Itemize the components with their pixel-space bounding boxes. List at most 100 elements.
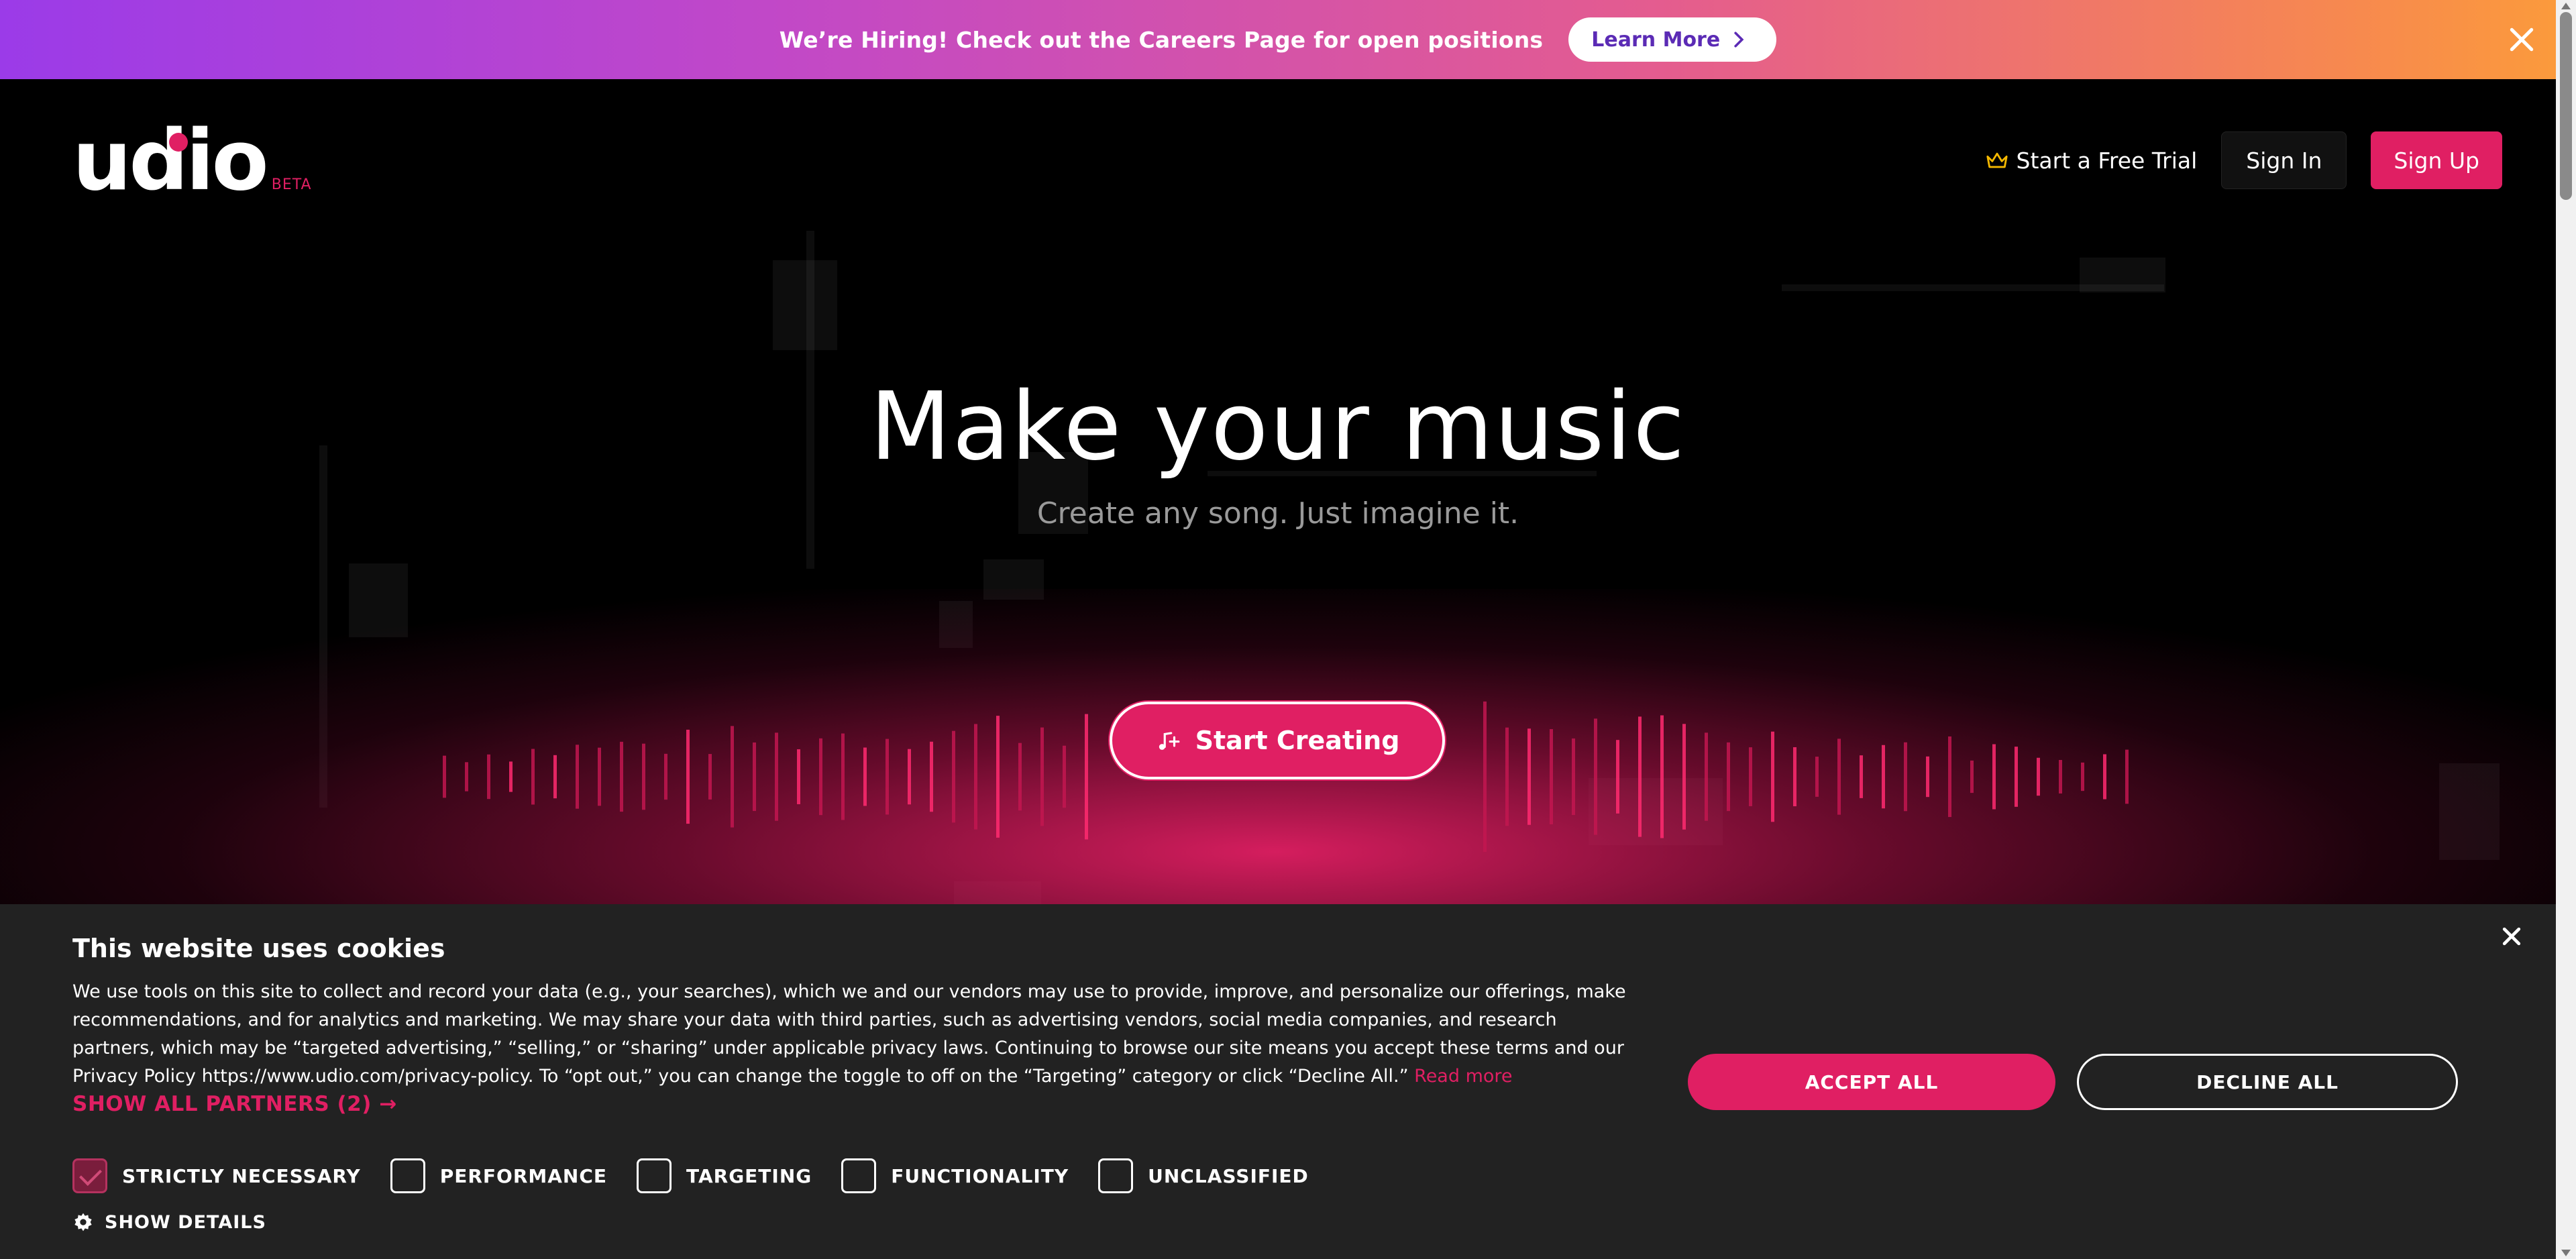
waveform-bar — [1483, 701, 1487, 853]
waveform-bar — [952, 730, 955, 823]
waveform-bar — [1837, 738, 1841, 815]
category-label: TARGETING — [686, 1164, 812, 1187]
waveform-bar — [1860, 755, 1863, 798]
category-label: FUNCTIONALITY — [891, 1164, 1069, 1187]
show-details-toggle[interactable]: SHOW DETAILS — [72, 1211, 266, 1233]
logo-text: udio — [72, 113, 269, 209]
checkbox-checked[interactable] — [72, 1158, 107, 1193]
waveform-bar — [1572, 738, 1575, 816]
waveform-bar — [509, 761, 513, 792]
checkbox[interactable] — [841, 1158, 877, 1193]
scroll-down-arrow[interactable] — [2561, 1250, 2571, 1256]
waveform-bar — [1660, 715, 1664, 838]
waveform-bar — [1705, 732, 1708, 821]
waveform-bar — [753, 742, 756, 812]
show-all-partners-link[interactable]: SHOW ALL PARTNERS (2) → — [72, 1092, 397, 1116]
waveform-bar — [1771, 731, 1774, 822]
beta-badge: BETA — [271, 176, 312, 193]
cookie-consent-panel: This website uses cookies We use tools o… — [0, 904, 2556, 1259]
gear-icon — [74, 1213, 92, 1231]
waveform-bar — [686, 729, 690, 824]
category-label: PERFORMANCE — [439, 1164, 608, 1187]
waveform-bar — [443, 755, 446, 798]
waveform-bar — [1063, 745, 1066, 808]
sign-up-button[interactable]: Sign Up — [2371, 131, 2502, 189]
accept-all-button[interactable]: ACCEPT ALL — [1688, 1054, 2055, 1110]
read-more-link[interactable]: Read more — [1414, 1066, 1512, 1087]
close-icon[interactable] — [2500, 924, 2524, 948]
waveform-bar — [1749, 747, 1752, 806]
waveform-bar — [885, 738, 889, 815]
hiring-banner: We’re Hiring! Check out the Careers Page… — [0, 0, 2556, 79]
category-strictly-necessary[interactable]: STRICTLY NECESSARY — [72, 1158, 361, 1193]
checkbox[interactable] — [390, 1158, 425, 1193]
waveform-bar — [1992, 744, 1996, 810]
close-icon[interactable] — [2508, 25, 2536, 54]
waveform-bar — [731, 726, 734, 828]
waveform-bar — [1018, 743, 1022, 811]
checkbox[interactable] — [1098, 1158, 1134, 1193]
crown-icon — [1986, 152, 2008, 168]
scroll-thumb[interactable] — [2560, 12, 2572, 200]
start-creating-label: Start Creating — [1195, 726, 1400, 755]
waveform-bar — [664, 753, 667, 800]
waveform-bar — [1682, 724, 1686, 830]
free-trial-link[interactable]: Start a Free Trial — [1986, 147, 2198, 174]
waveform-bar — [1882, 745, 1885, 809]
category-label: STRICTLY NECESSARY — [122, 1164, 361, 1187]
category-functionality[interactable]: FUNCTIONALITY — [841, 1158, 1069, 1193]
waveform-bar — [2125, 749, 2129, 804]
udio-logo[interactable]: udio BETA — [72, 119, 312, 203]
page-scrollbar[interactable] — [2556, 0, 2576, 1259]
logo-wordmark: udio — [72, 119, 269, 203]
learn-more-label: Learn More — [1591, 28, 1721, 52]
sign-in-button[interactable]: Sign In — [2221, 131, 2347, 189]
waveform-bar — [2015, 747, 2018, 807]
waveform-bar — [1926, 756, 1929, 798]
waveform-bar — [1550, 729, 1553, 824]
waveform-bar — [553, 755, 557, 799]
logo-dot — [169, 133, 188, 152]
banner-text: We’re Hiring! Check out the Careers Page… — [779, 26, 1544, 53]
waveform-bar — [863, 747, 867, 806]
category-performance[interactable]: PERFORMANCE — [390, 1158, 607, 1193]
checkbox[interactable] — [637, 1158, 672, 1193]
hero-background: Make your music Create any song. Just im… — [0, 79, 2556, 904]
start-creating-button[interactable]: Start Creating — [1110, 702, 1445, 779]
waveform-bar — [974, 724, 977, 830]
show-details-label: SHOW DETAILS — [105, 1211, 266, 1233]
learn-more-button[interactable]: Learn More — [1568, 17, 1777, 62]
waveform-bar — [620, 741, 623, 812]
waveform-bar — [1040, 727, 1044, 826]
cookie-description: We use tools on this site to collect and… — [72, 978, 1635, 1091]
waveform-bar — [2081, 762, 2084, 791]
free-trial-label: Start a Free Trial — [2016, 147, 2198, 174]
cookie-title: This website uses cookies — [72, 934, 445, 963]
waveform-bar — [1948, 736, 1951, 818]
waveform-bar — [1505, 727, 1509, 826]
waveform-bar — [1638, 716, 1642, 837]
waveform-bar — [1594, 718, 1597, 835]
hero-subtitle: Create any song. Just imagine it. — [1036, 496, 1519, 531]
waveform-bar — [708, 754, 712, 800]
waveform-bar — [1527, 728, 1531, 825]
waveform-bar — [2037, 757, 2040, 796]
waveform-bar — [930, 741, 933, 812]
cookie-category-list: STRICTLY NECESSARY PERFORMANCE TARGETING… — [72, 1158, 1338, 1194]
waveform-bar — [1616, 740, 1619, 814]
cookie-body-text: We use tools on this site to collect and… — [72, 981, 1626, 1087]
waveform-bar — [642, 743, 645, 810]
waveform-bar — [487, 754, 490, 800]
waveform-bar — [2103, 754, 2106, 800]
scroll-up-arrow[interactable] — [2561, 3, 2571, 9]
decline-all-button[interactable]: DECLINE ALL — [2077, 1054, 2458, 1110]
category-label: UNCLASSIFIED — [1148, 1164, 1309, 1187]
chevron-right-icon — [1734, 32, 1744, 48]
category-unclassified[interactable]: UNCLASSIFIED — [1098, 1158, 1309, 1193]
waveform-bar — [1793, 747, 1796, 807]
category-targeting[interactable]: TARGETING — [637, 1158, 812, 1193]
music-note-plus-icon — [1159, 732, 1180, 750]
waveform-bar — [775, 732, 778, 821]
waveform-bar — [531, 749, 535, 805]
waveform-bar — [465, 762, 468, 791]
